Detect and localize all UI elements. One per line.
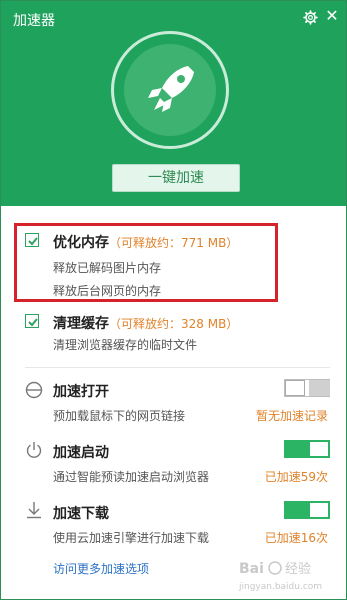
clear-cache-checkbox[interactable] [25, 314, 39, 328]
baidu-jingyan-watermark: Bai 经验 jingyan.baidu.com [237, 557, 337, 593]
download-icon [27, 502, 41, 519]
more-options-link[interactable]: 访问更多加速选项 [53, 560, 149, 577]
clear-cache-detail: 清理浏览器缓存的临时文件 [53, 338, 198, 352]
window-title: 加速器 [13, 13, 55, 29]
accelerate-open-status: 暂无加速记录 [255, 409, 328, 423]
accelerate-startup-status: 已加速59次 [264, 470, 328, 484]
svg-text:Bai: Bai [239, 561, 264, 577]
accelerator-window: 加速器 ✕ 一键加速 优化内存（可释放约：771 MB） 释放已解码图片内存 释… [0, 0, 347, 600]
watermark-site: jingyan.baidu.com [238, 582, 322, 592]
accelerate-download-desc: 使用云加速引擎进行加速下载 [53, 531, 210, 545]
accelerate-startup-title: 加速启动 [53, 445, 109, 461]
accelerate-download-title: 加速下载 [53, 506, 109, 522]
close-icon[interactable]: ✕ [325, 7, 339, 25]
rocket-badge [111, 31, 229, 149]
accelerate-download-toggle[interactable] [284, 501, 330, 519]
header: 加速器 ✕ 一键加速 [1, 1, 346, 206]
checkmark-icon [28, 318, 38, 327]
accelerate-download-status: 已加速16次 [264, 531, 328, 545]
highlight-box [14, 223, 278, 302]
accelerate-startup-desc: 通过智能预读加速启动浏览器 [53, 470, 210, 484]
settings-gear-icon[interactable] [303, 10, 318, 25]
half-circle-icon [25, 381, 43, 399]
accelerate-open-desc: 预加载鼠标下的网页链接 [53, 409, 186, 423]
accelerate-open-toggle[interactable] [284, 379, 330, 397]
accelerate-startup-toggle[interactable] [284, 440, 330, 458]
power-icon [26, 442, 42, 458]
divider [25, 367, 330, 368]
accelerate-open-title: 加速打开 [53, 384, 109, 400]
rocket-icon [148, 66, 194, 112]
one-click-accelerate-button[interactable]: 一键加速 [112, 164, 240, 192]
clear-cache-size: （可释放约：328 MB） [109, 317, 239, 331]
svg-text:经验: 经验 [285, 561, 311, 577]
clear-cache-title: 清理缓存（可释放约：328 MB） [53, 316, 239, 332]
